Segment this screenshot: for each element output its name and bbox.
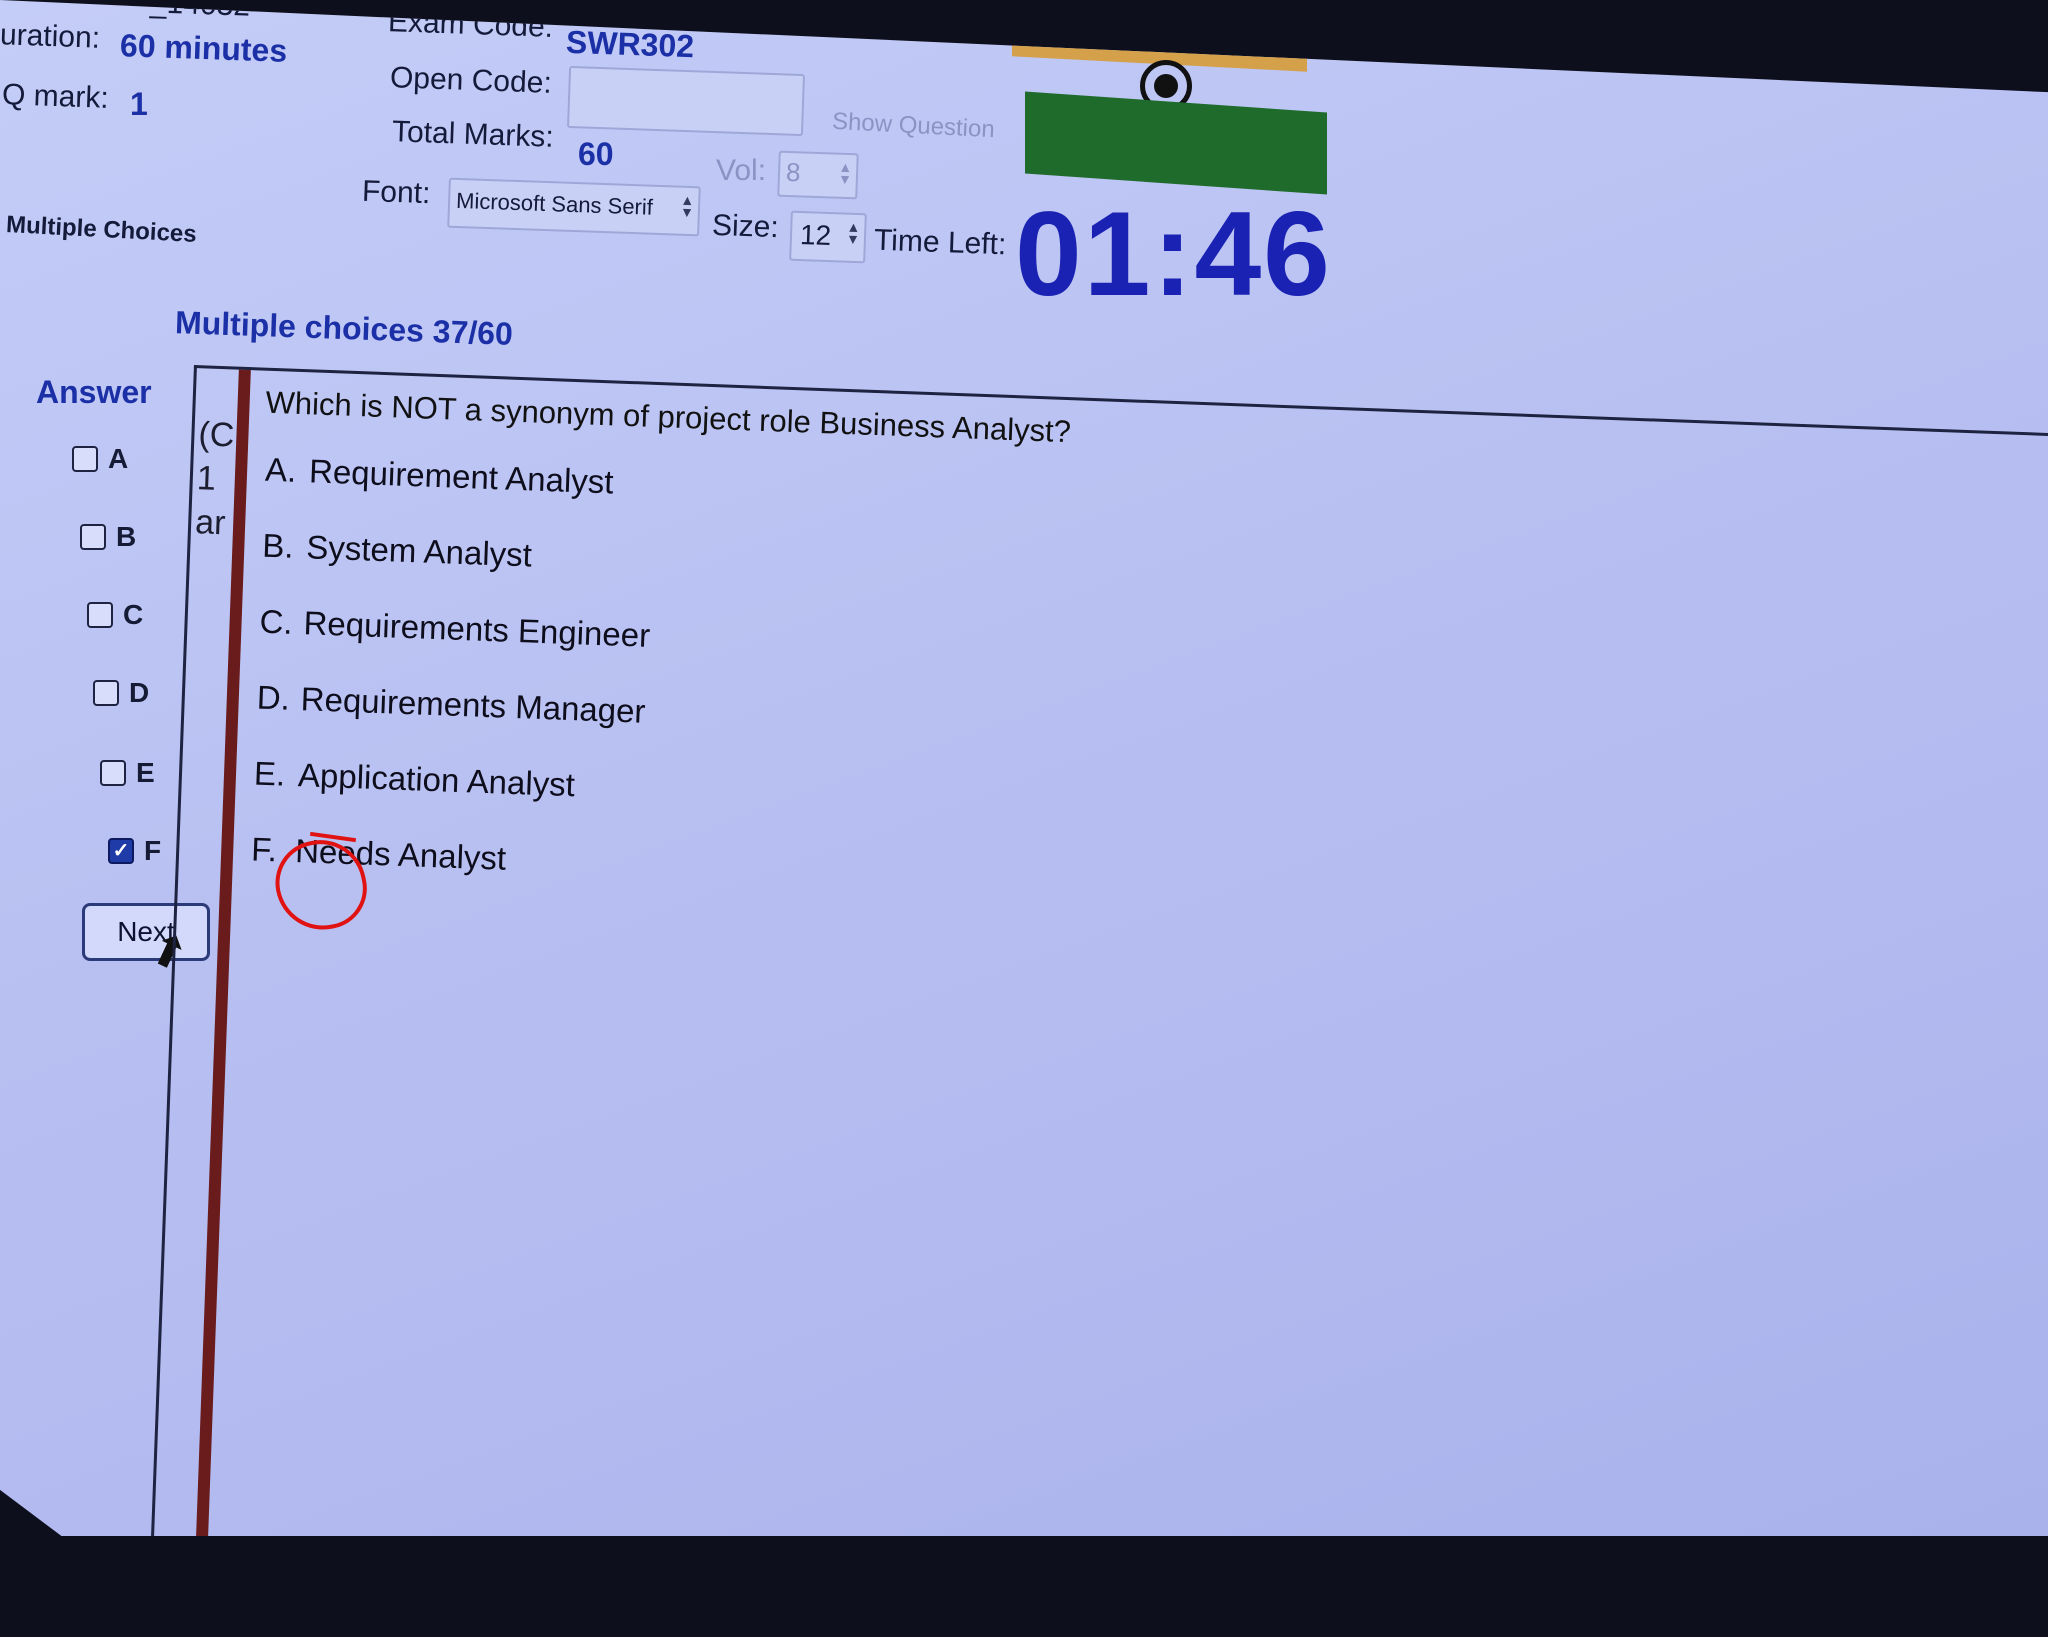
answer-option-label: F — [144, 835, 162, 866]
answer-option-label: E — [136, 757, 155, 788]
question-text: Which is NOT a synonym of project role B… — [265, 384, 1072, 450]
answer-option-label: C — [123, 599, 144, 630]
font-label: Font: — [361, 174, 431, 211]
answer-option-f[interactable]: F — [108, 835, 161, 867]
checkbox[interactable] — [87, 602, 113, 628]
size-value: 12 — [799, 219, 832, 252]
answer-title: Answer — [36, 374, 152, 410]
duration-value: 60 minutes — [119, 27, 288, 69]
exam-code-label: Exam Code: — [387, 5, 554, 44]
answer-option-e[interactable]: E — [100, 757, 155, 789]
answer-option-c[interactable]: C — [87, 599, 143, 631]
question-counter: Multiple choices 37/60 — [174, 304, 514, 352]
vol-stepper[interactable]: 8 ▲ ▼ — [777, 150, 859, 200]
checkbox[interactable] — [100, 760, 126, 786]
spin-arrows-icon: ▲ ▼ — [837, 158, 853, 188]
option-letter: A. — [264, 450, 298, 489]
answer-option-label: D — [129, 677, 150, 708]
truncated-side-text: (C 1 ar — [194, 412, 235, 545]
question-option-b: B. System Analyst — [262, 527, 533, 575]
option-text: Requirement Analyst — [308, 452, 615, 501]
checkbox[interactable] — [93, 680, 119, 706]
q-mark-value: 1 — [130, 86, 148, 122]
answer-option-label: B — [116, 521, 137, 552]
option-text: Application Analyst — [297, 756, 576, 804]
spin-arrows-icon: ▲ ▼ — [845, 218, 861, 248]
divider-line — [194, 369, 251, 1536]
checkbox[interactable] — [80, 524, 106, 550]
option-letter: C. — [258, 602, 294, 641]
mode-label: Multiple Choices — [5, 211, 198, 248]
answer-option-d[interactable]: D — [93, 677, 149, 709]
answer-option-label: A — [108, 443, 129, 474]
option-text: System Analyst — [305, 528, 533, 574]
side-text-line: ar — [194, 503, 227, 543]
option-letter: D. — [256, 678, 291, 717]
answer-option-a[interactable]: A — [72, 443, 128, 475]
side-text-line: (C — [197, 415, 236, 455]
option-text: Requirements Manager — [300, 680, 647, 730]
option-letter: E. — [253, 754, 286, 793]
countdown-timer: 01:46 — [1015, 187, 1332, 321]
size-label: Size: — [711, 208, 780, 245]
question-option-e: E. Application Analyst — [253, 754, 575, 804]
checkbox-checked[interactable] — [108, 838, 134, 864]
option-text: Requirements Engineer — [302, 604, 651, 654]
question-option-a: A. Requirement Analyst — [265, 451, 615, 502]
size-stepper[interactable]: 12 ▲ ▼ — [789, 210, 867, 264]
vol-label: Vol: — [716, 154, 767, 187]
question-option-d: D. Requirements Manager — [256, 679, 646, 731]
time-left-label: Time Left: — [873, 223, 1007, 262]
show-question-button[interactable]: Show Question — [831, 108, 995, 144]
exam-code-value: SWR302 — [565, 23, 695, 65]
question-panel: (C 1 ar Which is NOT a synonym of projec… — [149, 365, 2048, 1536]
vol-value: 8 — [785, 156, 802, 188]
exam-window: _14032 Exam Code: SWR302 uration: 60 min… — [0, 0, 2048, 1536]
exam-id-text: _14032 — [149, 0, 251, 23]
font-value: Microsoft Sans Serif — [455, 187, 654, 220]
option-letter: B. — [261, 526, 295, 565]
question-option-c: C. Requirements Engineer — [259, 603, 651, 655]
side-text-line: 1 — [196, 459, 217, 498]
progress-bar — [1025, 91, 1327, 195]
open-code-label: Open Code: — [389, 61, 553, 100]
exam-id: _14032 — [149, 0, 250, 24]
q-mark-label: Q mark: — [1, 78, 110, 115]
checkbox[interactable] — [72, 446, 98, 472]
answer-option-b[interactable]: B — [80, 521, 136, 553]
open-code-input[interactable] — [566, 65, 806, 137]
font-select[interactable]: Microsoft Sans Serif ▲ ▼ — [447, 177, 701, 237]
total-marks-value: 60 — [578, 136, 614, 172]
spin-arrows-icon: ▲ ▼ — [679, 191, 695, 221]
total-marks-label: Total Marks: — [391, 115, 555, 154]
duration-label: uration: — [0, 18, 101, 55]
